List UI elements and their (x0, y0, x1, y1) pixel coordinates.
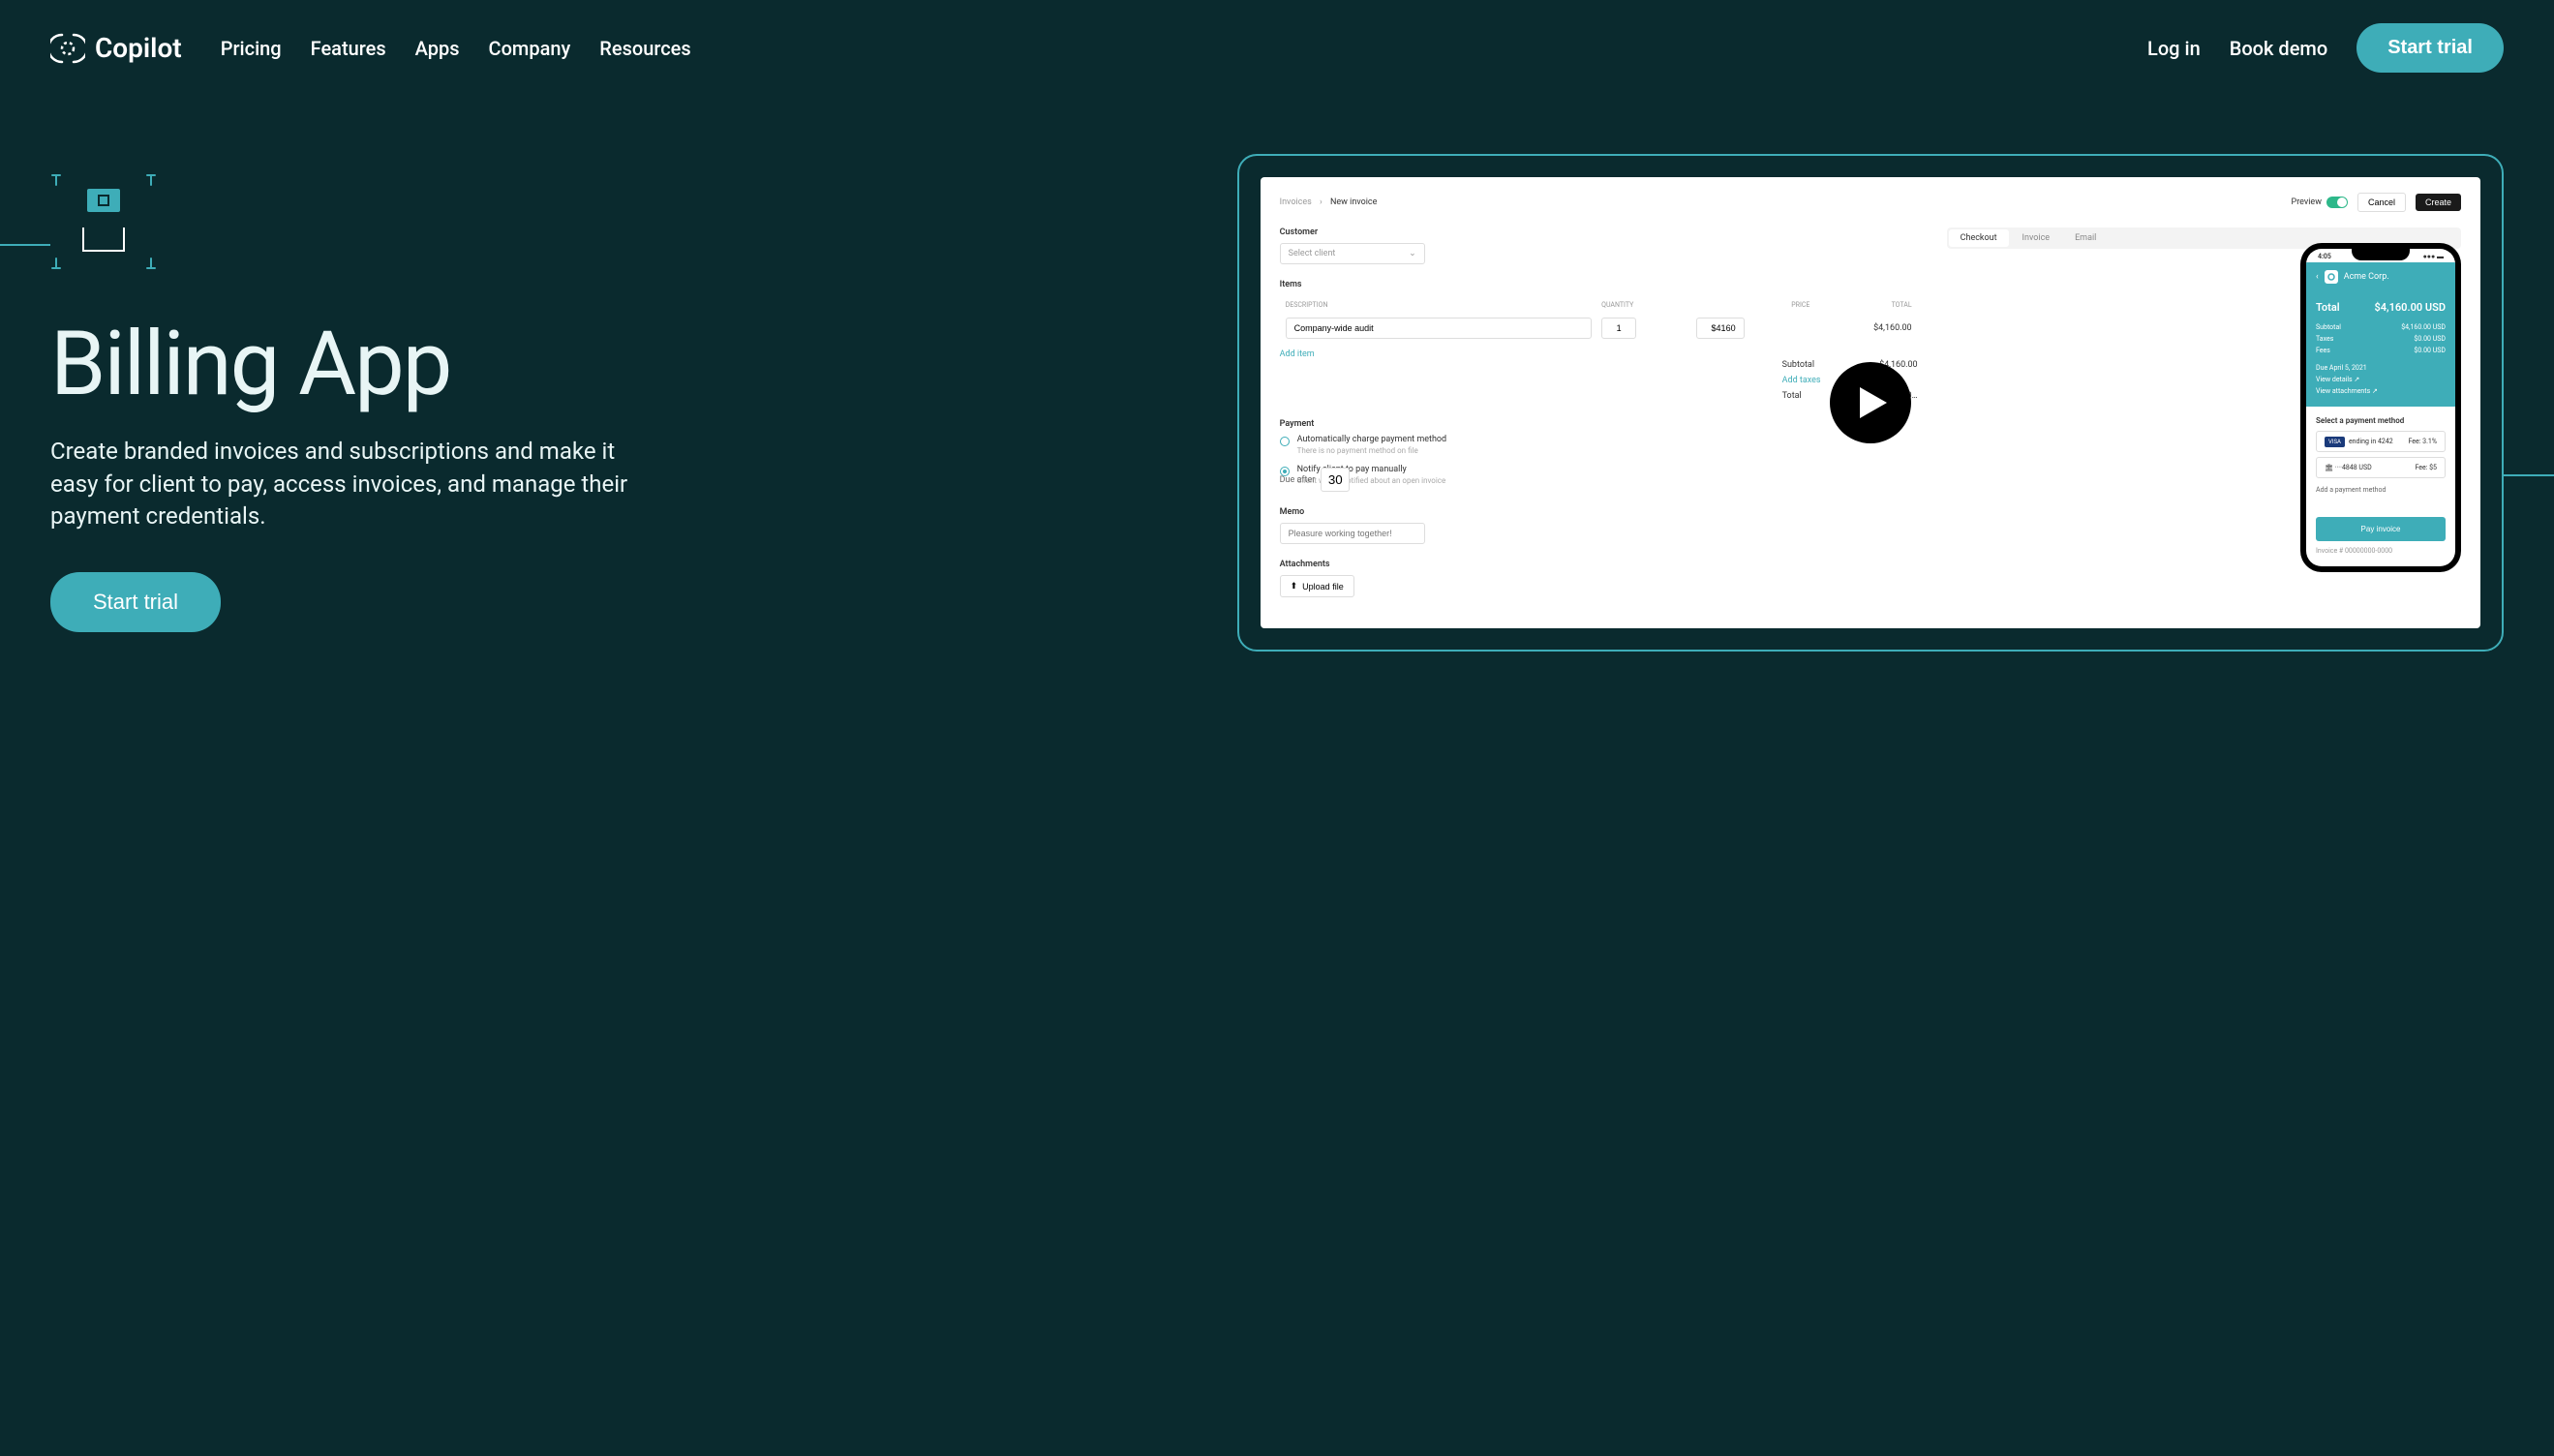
col-price: PRICE (1692, 297, 1814, 313)
add-taxes-link[interactable]: Add taxes (1782, 376, 1821, 385)
nav-company[interactable]: Company (489, 37, 571, 60)
site-header: Copilot Pricing Features Apps Company Re… (0, 0, 2554, 96)
phone-total-value: $4,160.00 USD (2374, 301, 2446, 314)
nav-resources[interactable]: Resources (599, 37, 690, 60)
total-label: Total (1782, 391, 1802, 401)
payment-method-bank[interactable]: 🏛 ····4848 USD Fee: $5 (2316, 457, 2446, 478)
hero-content: Billing App Create branded invoices and … (50, 173, 1179, 632)
phone-mockup: 4:05 ●●● ▬ ‹ Acme Corp. (2300, 243, 2461, 572)
tab-checkout[interactable]: Checkout (1949, 229, 2009, 247)
breadcrumb-separator: › (1320, 197, 1323, 207)
invoice-actions: Preview Cancel Create (2292, 193, 2461, 212)
items-table: DESCRIPTION QUANTITY PRICE TOTAL $4,1 (1280, 295, 1918, 344)
play-icon (1860, 387, 1887, 418)
item-quantity-input[interactable] (1601, 318, 1636, 339)
brand-logo[interactable]: Copilot (50, 31, 182, 66)
preview-column: Invoices › New invoice Preview Cancel Cr… (1237, 154, 2504, 652)
memo-label: Memo (1280, 507, 1918, 517)
item-price-input[interactable] (1696, 318, 1745, 339)
nav-features[interactable]: Features (311, 37, 386, 60)
company-logo-icon (2325, 270, 2338, 284)
phone-notch-icon (2352, 249, 2410, 260)
company-name: Acme Corp. (2344, 272, 2389, 282)
pay-invoice-button[interactable]: Pay invoice (2316, 517, 2446, 541)
radio-icon (1280, 467, 1290, 476)
chevron-down-icon: ⌄ (1409, 249, 1416, 258)
signal-icon: ●●● ▬ (2423, 253, 2444, 260)
page-title: Billing App (50, 313, 1179, 416)
breadcrumb-current: New invoice (1330, 197, 1377, 207)
item-total: $4,160.00 (1815, 315, 1915, 342)
payment-label: Payment (1280, 419, 1918, 429)
preview-frame: Invoices › New invoice Preview Cancel Cr… (1237, 154, 2504, 652)
upload-file-button[interactable]: ⬆ Upload file (1280, 575, 1354, 597)
items-label: Items (1280, 280, 1918, 289)
breadcrumb: Invoices › New invoice (1280, 197, 1378, 207)
breadcrumb-root[interactable]: Invoices (1280, 197, 1312, 207)
customer-label: Customer (1280, 228, 1918, 237)
customer-select[interactable]: Select client⌄ (1280, 243, 1425, 264)
select-payment-label: Select a payment method (2316, 416, 2446, 425)
nav-apps[interactable]: Apps (415, 37, 460, 60)
col-quantity: QUANTITY (1597, 297, 1689, 313)
invoice-number: Invoice # 00000000-0000 (2316, 547, 2446, 555)
back-icon[interactable]: ‹ (2316, 272, 2319, 282)
create-button[interactable]: Create (2416, 194, 2461, 211)
tab-invoice[interactable]: Invoice (2011, 229, 2062, 247)
tab-email[interactable]: Email (2063, 229, 2108, 247)
login-link[interactable]: Log in (2147, 37, 2201, 60)
add-item-link[interactable]: Add item (1280, 349, 1315, 404)
payment-option-auto[interactable]: Automatically charge payment method Ther… (1280, 435, 1918, 455)
table-row: $4,160.00 (1282, 315, 1916, 342)
visa-icon: VISA (2325, 437, 2345, 447)
phone-payment-section: Select a payment method VISAending in 42… (2306, 407, 2455, 564)
hero-section: Billing App Create branded invoices and … (0, 96, 2554, 729)
subtotal-label: Subtotal (1782, 360, 1814, 370)
book-demo-link[interactable]: Book demo (2230, 37, 2327, 60)
col-total: TOTAL (1815, 297, 1915, 313)
cancel-button[interactable]: Cancel (2357, 193, 2406, 212)
play-video-button[interactable] (1830, 362, 1911, 443)
toggle-switch-icon (2326, 197, 2348, 208)
preview-toggle-label: Preview (2292, 197, 2322, 207)
start-trial-button[interactable]: Start trial (2356, 23, 2504, 73)
col-description: DESCRIPTION (1282, 297, 1596, 313)
invoice-header: Invoices › New invoice Preview Cancel Cr… (1280, 193, 2461, 212)
due-date: Due April 5, 2021 (2316, 362, 2446, 374)
attachments-label: Attachments (1280, 560, 1918, 569)
phone-total-section: Total $4,160.00 USD Subtotal$4,160.00 US… (2306, 291, 2455, 407)
invoice-app-preview: Invoices › New invoice Preview Cancel Cr… (1261, 177, 2480, 628)
hero-start-trial-button[interactable]: Start trial (50, 572, 221, 632)
page-subtitle: Create branded invoices and subscription… (50, 436, 651, 533)
view-attachments-link[interactable]: View attachments ↗ (2316, 385, 2446, 397)
item-description-input[interactable] (1286, 318, 1593, 339)
bank-icon: 🏛 (2325, 464, 2333, 471)
phone-screen: 4:05 ●●● ▬ ‹ Acme Corp. (2306, 249, 2455, 566)
copilot-logo-icon (50, 31, 85, 66)
header-actions: Log in Book demo Start trial (2147, 23, 2504, 73)
preview-toggle[interactable]: Preview (2292, 197, 2348, 208)
billing-hero-icon (50, 173, 157, 270)
payment-method-card[interactable]: VISAending in 4242 Fee: 3.1% (2316, 431, 2446, 452)
phone-header: ‹ Acme Corp. (2306, 262, 2455, 291)
upload-icon: ⬆ (1291, 581, 1298, 592)
memo-input[interactable] (1280, 523, 1425, 544)
due-after-input[interactable] (1321, 468, 1350, 492)
main-nav: Pricing Features Apps Company Resources (221, 37, 691, 60)
phone-total-label: Total (2316, 301, 2340, 314)
invoice-preview-panel: Checkout Invoice Email 4:05 ●●● ▬ (1947, 228, 2461, 613)
add-payment-method-link[interactable]: Add a payment method (2316, 486, 2446, 494)
view-details-link[interactable]: View details ↗ (2316, 374, 2446, 385)
radio-icon (1280, 437, 1290, 446)
brand-name: Copilot (95, 32, 182, 64)
invoice-form: Customer Select client⌄ Items DESCRIPTIO… (1280, 228, 1918, 613)
nav-pricing[interactable]: Pricing (221, 37, 282, 60)
